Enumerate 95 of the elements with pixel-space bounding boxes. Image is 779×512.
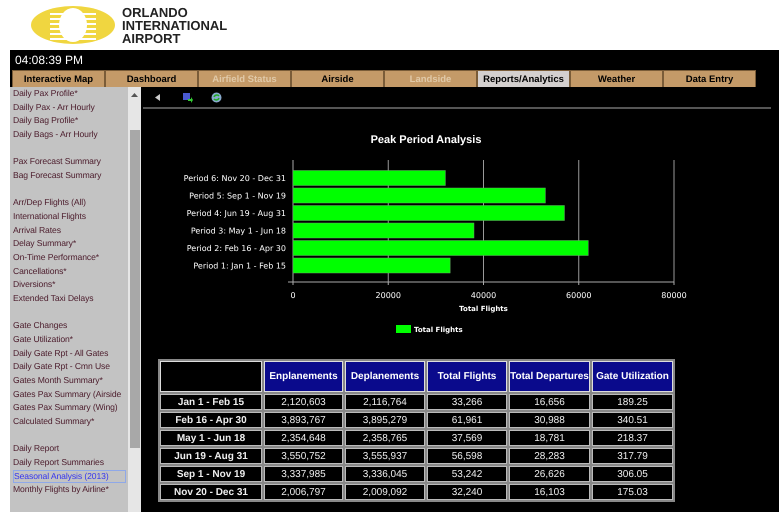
report-link[interactable]: Calculated Summary* [13,414,126,429]
category-label: Period 3: May 1 - Jun 18 [190,226,286,236]
report-link[interactable]: Dailly Pax - Arr Hourly [13,100,126,114]
category-label: Period 4: Jun 19 - Aug 31 [186,209,286,218]
table-cell: 61,961 [427,412,507,428]
report-link[interactable]: Cancellations* [13,264,126,278]
report-link[interactable]: Daily Report Summaries [13,456,126,470]
report-link[interactable]: Diversions* [13,278,126,292]
report-link[interactable]: Daily Bags - Arr Hourly [13,128,126,142]
row-header: May 1 - Jun 18 [160,430,262,446]
row-header: Jun 19 - Aug 31 [160,448,262,464]
table-cell: 340.51 [592,412,673,428]
scroll-up-icon[interactable] [130,91,139,100]
refresh-icon[interactable] [211,92,222,102]
row-header: Nov 20 - Dec 31 [160,484,262,500]
report-link[interactable]: Delay Summary* [13,237,126,251]
category-label: Period 1: Jan 1 - Feb 15 [193,262,286,270]
logo-text: AIRPORT [122,32,182,44]
report-link[interactable]: Seasonal Analysis (2013) [13,470,126,484]
report-link[interactable]: Arr/Dep Flights (All) [13,196,126,210]
report-link[interactable]: Gates Pax Summary (Wing) [13,401,126,415]
category-label: Period 2: Feb 16 - Apr 30 [186,244,286,253]
table-cell: 3,550,752 [264,448,343,464]
table-cell: 189.25 [592,394,673,410]
table-cell: 53,242 [427,466,507,482]
export-icon[interactable] [182,92,193,102]
table-cell: 33,266 [427,394,507,410]
table-cell: 26,626 [509,466,590,482]
table-cell: 3,893,767 [264,412,343,428]
table-cell: 2,009,092 [345,484,425,500]
report-link[interactable]: International Flights [13,210,126,224]
table-cell: 2,358,765 [345,430,425,446]
column-header: Enplanements [264,361,343,392]
report-link[interactable]: Daily Report [13,442,126,456]
category-label: Period 6: Nov 20 - Dec 31 [184,174,286,183]
table-cell: 3,555,937 [345,448,425,464]
table-cell: 16,103 [509,484,590,500]
table-cell: 56,598 [427,448,507,464]
row-header: Sep 1 - Nov 19 [160,466,262,482]
report-link[interactable]: Pax Forecast Summary [13,155,126,169]
logo-icon [30,5,116,45]
tick-label: 60000 [566,291,592,300]
report-link[interactable]: Gates Pax Summary (Airside [13,388,126,402]
table-cell: 2,116,764 [345,394,425,410]
table-cell: 37,569 [427,430,507,446]
logo-text: ORLANDO [122,6,189,18]
tick-label: 20000 [376,291,401,300]
table-cell: 3,895,279 [345,412,425,428]
tick-label: 0 [290,291,296,300]
table-cell: 2,120,603 [264,394,343,410]
table-cell: 2,006,797 [264,484,343,500]
report-link[interactable]: Bag Forecast Summary [13,168,126,183]
column-header: Gate Utilization [592,361,673,392]
row-header: Feb 16 - Apr 30 [160,412,262,428]
category-label: Period 5: Sep 1 - Nov 19 [189,192,286,200]
report-link[interactable]: Gate Utilization* [13,332,126,346]
report-link[interactable]: Daily Pax Profile* [13,87,126,101]
chart-title: Peak Period Analysis [370,134,482,146]
table-cell: 32,240 [427,484,507,500]
report-link[interactable]: Daily Gate Rpt - All Gates [13,346,126,360]
report-link[interactable]: On-Time Performance* [13,250,126,265]
scrollbar[interactable] [128,87,141,512]
table-cell: 30,988 [509,412,590,428]
logo-text: INTERNATIONAL [122,18,228,32]
nav-tab[interactable]: Weather [570,70,663,87]
report-link[interactable]: Extended Taxi Delays [13,292,126,306]
nav-tab[interactable]: Reports/Analytics [477,70,570,87]
report-link[interactable]: Daily Bag Profile* [13,114,126,128]
tick-label: 40000 [470,291,496,300]
column-header: Deplanements [345,361,425,392]
table-cell: 3,337,985 [264,466,343,482]
report-link[interactable]: Monthly Flights by Airline* [13,483,126,497]
nav-tab[interactable]: Data Entry [663,70,756,87]
table-cell: 18,781 [509,430,590,446]
table-cell: 306.05 [592,466,673,482]
table-cell: 175.03 [592,484,673,500]
report-link[interactable]: Gates Month Summary* [13,374,126,388]
clock: 04:08:39 PM [14,52,84,69]
report-link[interactable]: Arrival Rates [13,224,126,238]
table-cell: 317.79 [592,448,673,464]
nav-tab[interactable]: Dashboard [105,70,198,87]
column-header: Total Flights [427,361,507,392]
table-cell: 2,354,648 [264,430,343,446]
table-cell: 16,656 [509,394,590,410]
nav-tab[interactable]: Airside [291,70,384,87]
table-cell: 3,336,045 [345,466,425,482]
nav-tab[interactable]: Interactive Map [12,70,105,87]
column-header: Total Departures [509,361,590,392]
report-link[interactable]: Gate Changes [13,319,126,333]
row-header: Jan 1 - Feb 15 [160,394,262,410]
report-link[interactable]: Daily Gate Rpt - Cmn Use [13,360,126,374]
table-cell: 28,283 [509,448,590,464]
tick-label: 80000 [661,291,687,300]
legend-swatch [396,325,411,333]
table-cell: 218.37 [592,430,673,446]
